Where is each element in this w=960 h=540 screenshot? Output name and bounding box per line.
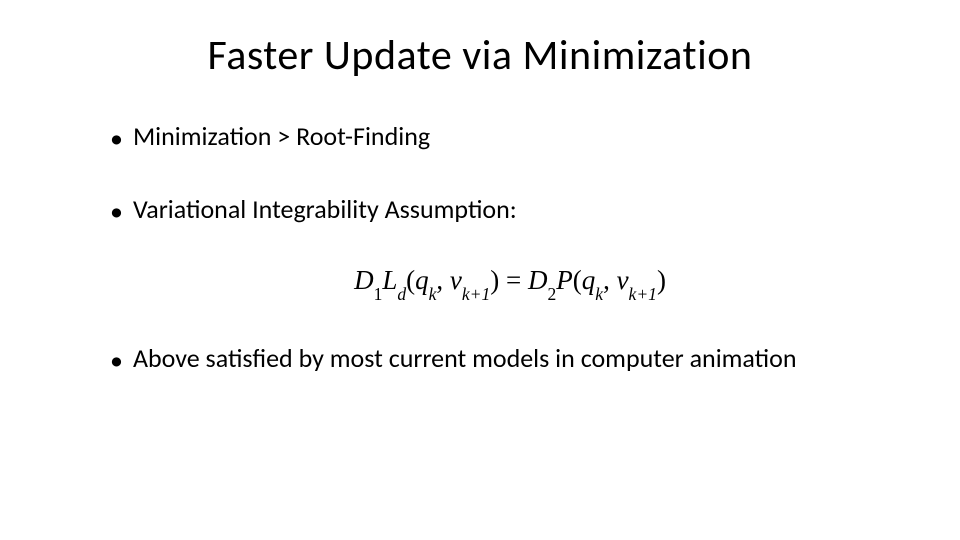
bullet-3-text: Above satisfied by most current models i… <box>133 342 797 375</box>
eq-sub-kp1-1: k+1 <box>462 284 490 304</box>
eq-close-2: ) <box>657 265 666 295</box>
bullet-dot-icon: • <box>110 122 123 155</box>
eq-v-1: v <box>450 265 462 295</box>
eq-q-1: q <box>415 265 429 295</box>
eq-sub-2: 2 <box>548 284 557 304</box>
bullet-1: • Minimization > Root-Finding <box>110 120 850 155</box>
bullet-1-text: Minimization > Root-Finding <box>133 120 430 153</box>
slide-body: • Minimization > Root-Finding • Variatio… <box>110 120 850 415</box>
eq-equals: = <box>499 265 528 295</box>
eq-open-1: ( <box>406 265 415 295</box>
equation: D1Ld(qk, vk+1) = D2P(qk, vk+1) <box>110 265 850 300</box>
eq-sub-k-2: k <box>595 284 603 304</box>
eq-P: P <box>556 265 573 295</box>
eq-D1: D <box>354 265 374 295</box>
bullet-3: • Above satisfied by most current models… <box>110 342 850 377</box>
bullet-dot-icon: • <box>110 344 123 377</box>
eq-open-2: ( <box>573 265 582 295</box>
eq-sub-1: 1 <box>374 284 383 304</box>
slide: Faster Update via Minimization • Minimiz… <box>0 0 960 540</box>
eq-L: L <box>382 265 397 295</box>
eq-sub-d: d <box>397 284 406 304</box>
eq-sub-kp1-2: k+1 <box>629 284 657 304</box>
eq-close-1: ) <box>490 265 499 295</box>
eq-D2: D <box>528 265 548 295</box>
eq-q-2: q <box>582 265 596 295</box>
eq-v-2: v <box>617 265 629 295</box>
eq-comma-2: , <box>603 265 617 295</box>
bullet-2-text: Variational Integrability Assumption: <box>133 193 517 226</box>
slide-title: Faster Update via Minimization <box>0 30 960 81</box>
eq-comma-1: , <box>436 265 450 295</box>
bullet-dot-icon: • <box>110 195 123 228</box>
bullet-2: • Variational Integrability Assumption: <box>110 193 850 228</box>
eq-sub-k-1: k <box>429 284 437 304</box>
